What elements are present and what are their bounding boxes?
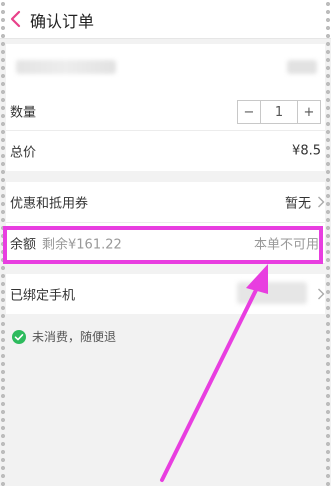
merchant-info-row-blurred: [6, 44, 325, 92]
quantity-row: 数量 − 1 +: [6, 92, 325, 131]
bound-phone-label: 已绑定手机: [10, 288, 76, 304]
highlight-annotation-box: [3, 226, 323, 264]
blurred-phone-number: [237, 282, 307, 304]
coupon-row[interactable]: 优惠和抵用券 暂无: [6, 182, 325, 223]
chevron-right-icon: [318, 196, 325, 208]
quantity-stepper[interactable]: − 1 +: [237, 100, 321, 124]
bound-phone-row[interactable]: 已绑定手机: [6, 274, 325, 314]
increment-button[interactable]: +: [298, 101, 320, 123]
decrement-button[interactable]: −: [238, 101, 260, 123]
coupon-value: 暂无: [284, 196, 311, 212]
blurred-text: [287, 60, 317, 74]
total-price-row: 总价 ¥8.5: [6, 131, 325, 171]
coupon-label: 优惠和抵用券: [10, 196, 89, 212]
total-price-value: ¥8.5: [292, 143, 321, 159]
back-arrow-icon[interactable]: [6, 9, 26, 29]
quantity-label: 数量: [10, 105, 37, 121]
quantity-value[interactable]: 1: [260, 101, 298, 123]
refund-note: 未消费，随便退: [12, 328, 116, 345]
header-bar: 确认订单: [0, 0, 331, 39]
chevron-right-icon: [318, 288, 325, 300]
page-title: 确认订单: [30, 12, 95, 31]
check-circle-icon: [12, 329, 26, 344]
blurred-text: [16, 60, 116, 74]
perforated-edge-right: [325, 0, 331, 486]
total-price-label: 总价: [10, 145, 37, 161]
refund-note-text: 未消费，随便退: [32, 330, 117, 344]
